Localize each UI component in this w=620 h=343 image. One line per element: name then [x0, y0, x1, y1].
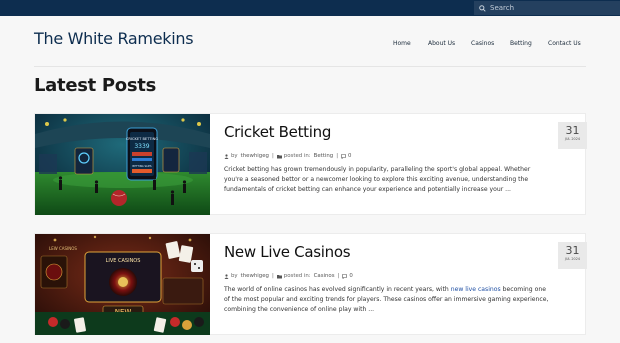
post-meta: by thewhigeg | posted in: Betting | 0	[224, 153, 354, 159]
posted-in-label: posted in:	[283, 153, 311, 159]
header-divider	[34, 66, 586, 67]
author-prefix: by	[231, 273, 238, 279]
post-excerpt: Cricket betting has grown tremendously i…	[224, 166, 531, 193]
search-icon[interactable]	[474, 1, 490, 15]
excerpt-text: The world of online casinos has evolved …	[224, 286, 451, 293]
posted-in-label: posted in:	[283, 273, 311, 279]
post-card: CRICKET BETTING 3339 BETTING SLIPS Crick…	[34, 113, 587, 215]
date-month-year: JUL 2024	[564, 257, 581, 261]
nav-casinos[interactable]: Casinos	[471, 40, 494, 47]
date-day: 31	[565, 124, 580, 137]
nav-contact-us[interactable]: Contact Us	[548, 40, 581, 47]
svg-text:BETTING SLIPS: BETTING SLIPS	[132, 164, 152, 168]
excerpt-link[interactable]: new live casinos	[451, 286, 501, 293]
category-link[interactable]: Casinos	[314, 273, 335, 279]
search-input[interactable]	[490, 2, 610, 14]
meta-separator: |	[271, 273, 274, 279]
post-title[interactable]: Cricket Betting	[224, 123, 331, 141]
svg-text:3339: 3339	[134, 143, 149, 150]
svg-text:CRICKET BETTING: CRICKET BETTING	[126, 137, 158, 141]
comment-icon	[341, 153, 346, 159]
date-badge: 31 JUL 2024	[558, 122, 587, 149]
comment-count[interactable]: 0	[348, 153, 351, 159]
post-thumbnail[interactable]: LIVE CASINOS NEW LEW CASINOS	[35, 234, 210, 335]
post-meta: by thewhigeg | posted in: Casinos | 0	[224, 273, 356, 279]
meta-separator: |	[337, 273, 340, 279]
main-nav: Home About Us Casinos Betting Contact Us	[0, 40, 620, 50]
svg-text:LIVE CASINOS: LIVE CASINOS	[106, 258, 141, 264]
date-month-year: JUL 2024	[564, 137, 581, 141]
user-icon	[224, 273, 229, 279]
comment-icon	[342, 273, 348, 279]
search-box[interactable]	[474, 1, 620, 15]
folder-icon	[276, 274, 282, 278]
post-thumbnail[interactable]: CRICKET BETTING 3339 BETTING SLIPS	[35, 114, 210, 215]
svg-text:LEW CASINOS: LEW CASINOS	[49, 246, 77, 251]
nav-home[interactable]: Home	[393, 40, 411, 47]
author-prefix: by	[231, 153, 238, 159]
folder-icon	[276, 154, 282, 158]
date-badge: 31 JUL 2024	[558, 242, 587, 269]
nav-betting[interactable]: Betting	[510, 40, 532, 47]
post-excerpt: The world of online casinos has evolved …	[224, 285, 549, 315]
author-link[interactable]: thewhigeg	[241, 153, 269, 159]
post-card: LIVE CASINOS NEW LEW CASINOS New Live Ca…	[34, 233, 587, 335]
meta-separator: |	[336, 153, 339, 159]
category-link[interactable]: Betting	[314, 153, 334, 159]
meta-separator: |	[271, 153, 274, 159]
page-title: Latest Posts	[34, 75, 157, 96]
comment-count[interactable]: 0	[349, 273, 352, 279]
post-title[interactable]: New Live Casinos	[224, 243, 351, 261]
date-day: 31	[565, 244, 580, 257]
nav-about-us[interactable]: About Us	[428, 40, 455, 47]
user-icon	[224, 153, 229, 159]
author-link[interactable]: thewhigeg	[241, 273, 269, 279]
